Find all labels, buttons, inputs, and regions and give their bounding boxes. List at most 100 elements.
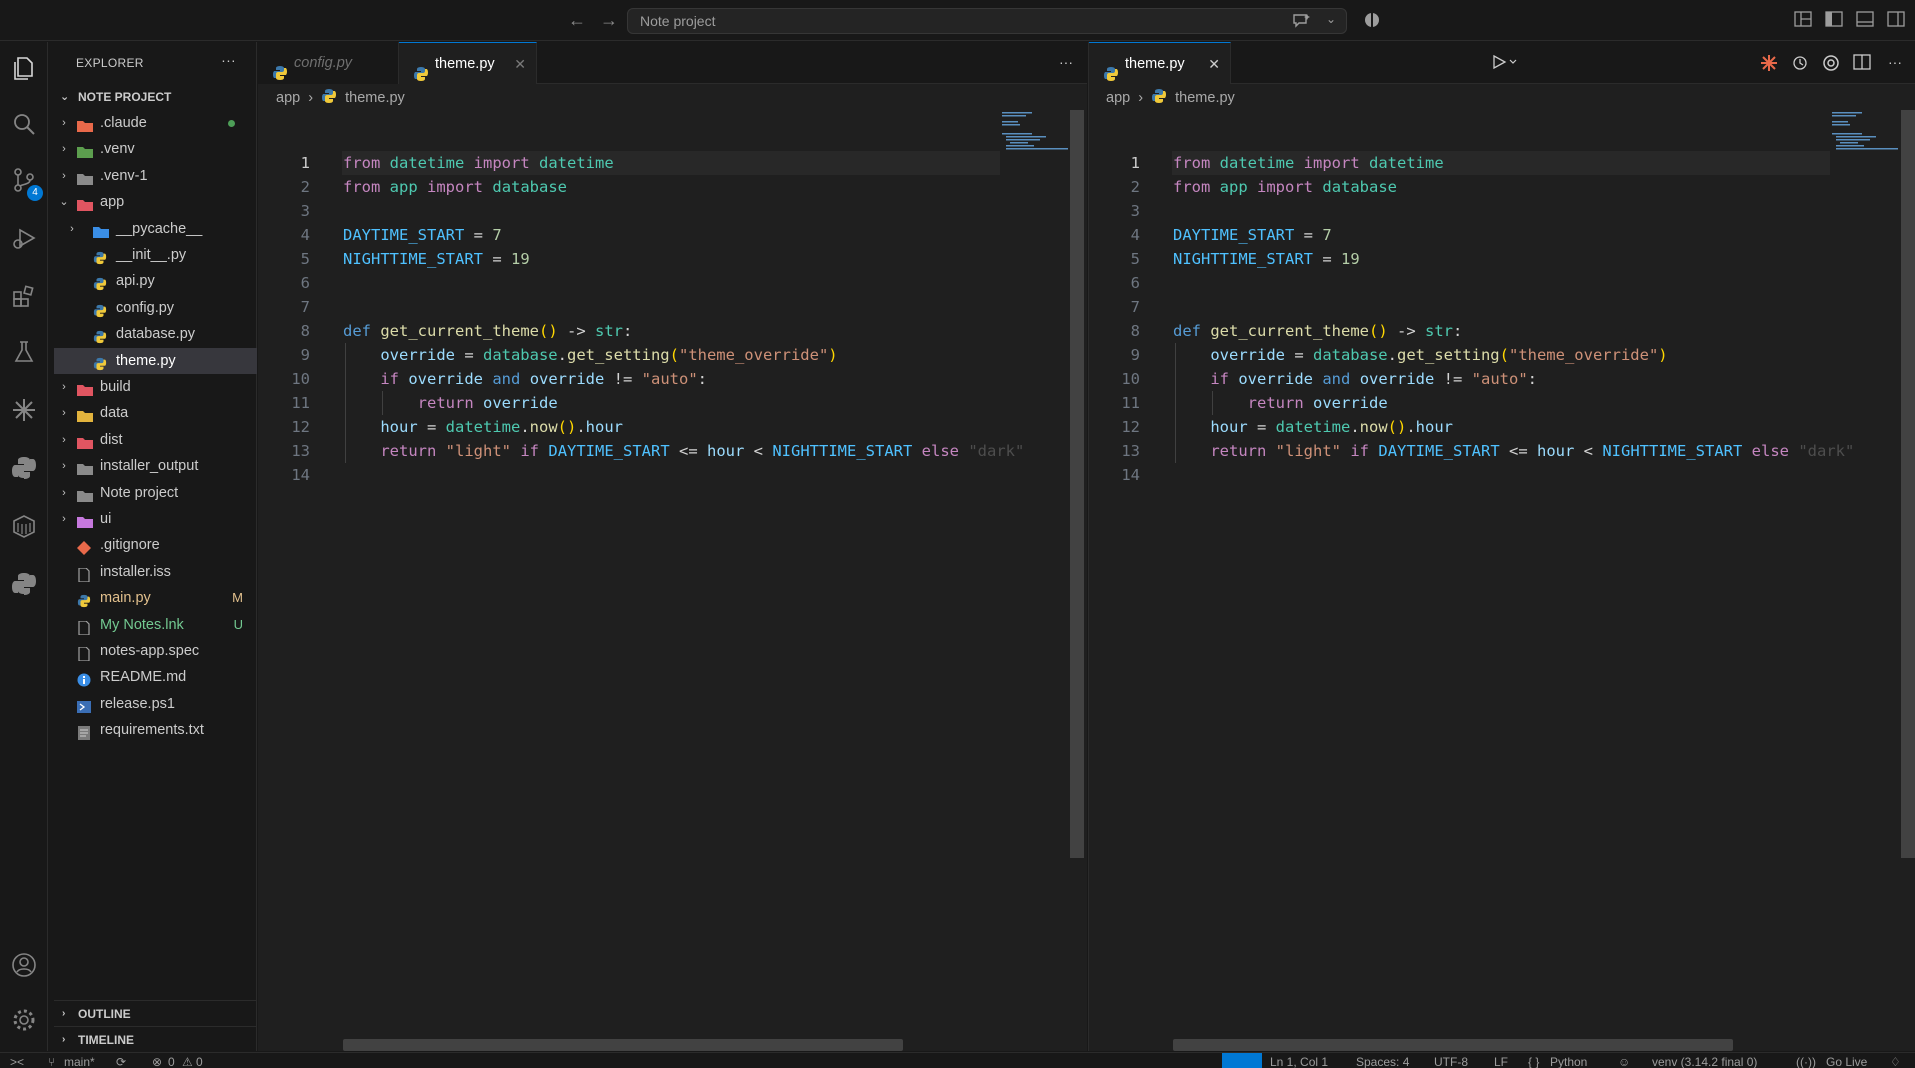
tree-item-label: ui [100,511,112,527]
account-icon[interactable] [8,949,40,981]
claude-icon[interactable] [8,394,40,426]
tree-item-requirements-txt[interactable]: requirements.txt [54,717,257,743]
tree-item-my-notes-lnk[interactable]: My Notes.lnk U [54,612,257,638]
code-view[interactable]: from datetime import datetime from app im… [343,151,1083,551]
tab-label: config.py [294,55,353,71]
breadcrumb-folder[interactable]: app [1106,87,1130,109]
copilot-icon[interactable] [1362,11,1382,29]
testing-icon[interactable] [8,336,40,368]
chevron-right-icon: › [62,407,66,420]
tab-theme-py[interactable]: theme.py ✕ [399,42,537,84]
chevron-right-icon: › [70,222,74,235]
minimap[interactable] [1830,110,1900,150]
tree-item-installer-iss[interactable]: installer.iss [54,559,257,585]
tree-item-venv-1[interactable]: › .venv-1 [54,163,257,189]
tree-item-readme-md[interactable]: README.md [54,664,257,690]
horizontal-scrollbar[interactable] [343,1039,903,1051]
tab-config-py[interactable]: config.py [258,42,399,84]
run-debug-icon[interactable] [8,222,40,254]
notifications-bell-icon[interactable]: ♢ [1890,1055,1901,1068]
end-of-line[interactable]: LF [1494,1055,1508,1068]
indentation[interactable]: Spaces: 4 [1356,1055,1409,1068]
breadcrumb-file[interactable]: theme.py [345,87,405,109]
language-mode[interactable]: Python [1550,1055,1587,1068]
tree-item-pycache[interactable]: › __pycache__ [54,216,257,242]
tree-item-data[interactable]: › data [54,400,257,426]
more-actions-icon[interactable]: ··· [1059,54,1073,70]
encoding[interactable]: UTF-8 [1434,1055,1468,1068]
line-number: 2 [1130,178,1140,196]
minimap[interactable] [1000,110,1070,150]
command-center-search[interactable]: Note project ⌄ [627,8,1347,34]
search-icon[interactable] [8,108,40,140]
timeline-section[interactable]: › TIMELINE [54,1026,257,1052]
tree-item-note-project[interactable]: › Note project [54,480,257,506]
forward-arrow-icon[interactable]: → [598,9,620,31]
sync-icon[interactable]: ⟳ [116,1055,126,1068]
toggle-secondary-sidebar-icon[interactable] [1887,11,1907,29]
tree-item-label: Note project [100,484,179,501]
git-status-badge: U [233,616,243,632]
timeline-history-icon[interactable] [1791,54,1809,75]
tree-item-claude[interactable]: › .claude [54,110,257,136]
claude-code-icon[interactable] [1760,54,1778,75]
layout-customize-icon[interactable] [1794,11,1814,29]
vertical-scrollbar[interactable] [1901,110,1915,858]
live-share-badge[interactable] [1222,1053,1262,1068]
toggle-sidebar-icon[interactable] [1825,11,1845,29]
line-number: 8 [300,322,310,340]
python-icon[interactable] [8,452,40,484]
outline-section[interactable]: › OUTLINE [54,1000,257,1026]
close-icon[interactable]: ✕ [514,43,526,85]
tree-item-init-py[interactable]: __init__.py [54,242,257,268]
tree-item-theme-py[interactable]: theme.py [54,347,257,374]
more-actions-icon[interactable]: ··· [221,52,236,68]
containers-icon[interactable] [8,510,40,542]
warnings-count[interactable]: 0 [196,1055,203,1068]
code-line: return override [417,394,558,412]
run-python-icon[interactable] [1492,54,1520,73]
branch-name[interactable]: main* [64,1055,95,1068]
line-number: 9 [1130,346,1140,364]
vertical-scrollbar[interactable] [1070,110,1084,858]
code-line: from app import database [343,178,568,196]
tree-item-database-py[interactable]: database.py [54,321,257,347]
openai-icon[interactable] [1822,54,1840,75]
cursor-position[interactable]: Ln 1, Col 1 [1270,1055,1328,1068]
warning-icon: ⚠ [182,1055,193,1068]
python-interpreter[interactable]: venv (3.14.2 final 0) [1652,1055,1757,1068]
tree-item-build[interactable]: › build [54,374,257,400]
settings-gear-icon[interactable] [8,1004,40,1036]
chevron-down-icon[interactable]: ⌄ [1326,12,1336,26]
extensions-icon[interactable] [8,280,40,312]
tree-item-notes-app-spec[interactable]: notes-app.spec [54,638,257,664]
toggle-panel-icon[interactable] [1856,11,1876,29]
split-editor-icon[interactable] [1853,54,1871,73]
breadcrumb-folder[interactable]: app [276,87,300,109]
code-view[interactable]: from datetime import datetime from app im… [1173,151,1913,551]
remote-icon[interactable]: >< [10,1055,24,1068]
tree-item-venv[interactable]: › .venv [54,136,257,162]
tree-item-release-ps1[interactable]: release.ps1 [54,691,257,717]
explorer-icon[interactable] [8,52,40,84]
chat-icon[interactable] [1292,12,1312,33]
breadcrumb-file[interactable]: theme.py [1175,87,1235,109]
tree-item-api-py[interactable]: api.py [54,268,257,294]
tree-item-ui[interactable]: › ui [54,506,257,532]
tree-item-main-py[interactable]: main.py M [54,585,257,611]
go-live-button[interactable]: Go Live [1826,1055,1867,1068]
tree-item-app[interactable]: ⌄ app [54,189,257,215]
tab-theme-py[interactable]: theme.py ✕ [1089,42,1231,84]
more-actions-icon[interactable]: ··· [1888,54,1902,70]
problems-count[interactable]: 0 [168,1055,175,1068]
tree-item-gitignore[interactable]: .gitignore [54,532,257,558]
tree-item-config-py[interactable]: config.py [54,295,257,321]
tree-item-dist[interactable]: › dist [54,427,257,453]
close-icon[interactable]: ✕ [1208,43,1220,85]
back-arrow-icon[interactable]: ← [566,9,588,31]
horizontal-scrollbar[interactable] [1173,1039,1733,1051]
tree-item-installer-output[interactable]: › installer_output [54,453,257,479]
copilot-status-icon[interactable]: ☺ [1618,1055,1630,1068]
project-section-header[interactable]: ⌄ NOTE PROJECT [54,85,257,109]
python-env-icon[interactable] [8,568,40,600]
